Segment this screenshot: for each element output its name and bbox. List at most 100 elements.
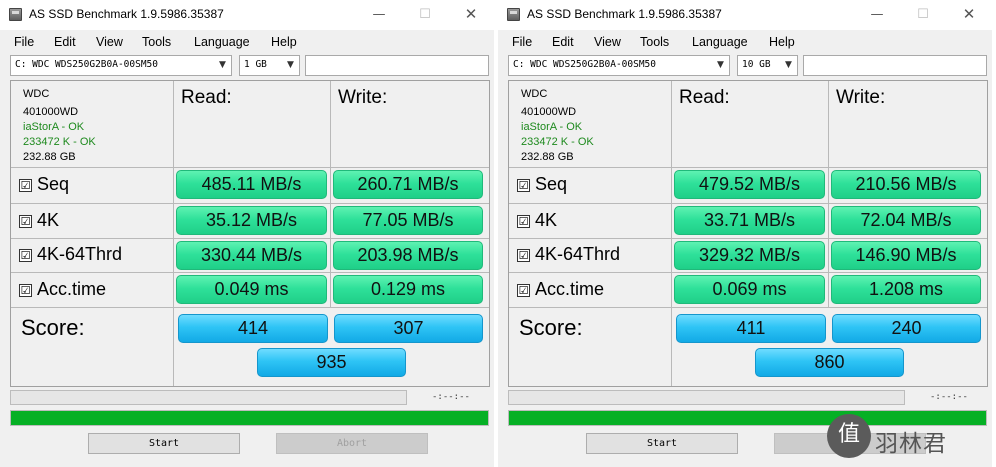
- row-label-4k-64thrd[interactable]: ☑ 4K-64Thrd: [517, 244, 620, 265]
- checkbox-checked-icon[interactable]: ☑: [517, 179, 530, 192]
- checkbox-checked-icon[interactable]: ☑: [517, 215, 530, 228]
- chevron-down-icon: ▼: [287, 60, 294, 70]
- driver-status: iaStorA - OK: [23, 121, 85, 133]
- total-score: 860: [755, 348, 904, 377]
- drive-capacity: 232.88 GB: [23, 151, 76, 163]
- watermark: 值 羽林君: [827, 412, 995, 464]
- column-divider: [330, 81, 331, 307]
- row-label-4k[interactable]: ☑ 4K: [517, 210, 557, 231]
- start-button[interactable]: Start: [88, 433, 240, 454]
- row-label-seq[interactable]: ☑ Seq: [19, 174, 69, 195]
- column-divider: [671, 81, 672, 386]
- write-score: 240: [832, 314, 981, 343]
- score-label: Score:: [519, 315, 583, 340]
- alignment-status: 233472 K - OK: [521, 136, 594, 148]
- row-label-text: Acc.time: [37, 279, 107, 299]
- menu-view[interactable]: View: [96, 35, 123, 49]
- close-button[interactable]: ✕: [946, 0, 992, 30]
- overall-progress-bar: [10, 410, 489, 426]
- menu-edit[interactable]: Edit: [54, 35, 76, 49]
- row-divider: [509, 272, 987, 273]
- checkbox-checked-icon[interactable]: ☑: [19, 284, 32, 297]
- checkbox-checked-icon[interactable]: ☑: [517, 284, 530, 297]
- 4k-read-value: 35.12 MB/s: [176, 206, 327, 235]
- row-label-seq[interactable]: ☑ Seq: [517, 174, 567, 195]
- menu-edit[interactable]: Edit: [552, 35, 574, 49]
- write-header: Write:: [836, 87, 886, 108]
- menu-view[interactable]: View: [594, 35, 621, 49]
- app-drive-icon: [507, 8, 520, 21]
- row-label-4k[interactable]: ☑ 4K: [19, 210, 59, 231]
- drive-select[interactable]: C: WDC WDS250G2B0A-00SM50 ▼: [508, 55, 730, 76]
- read-header: Read:: [181, 87, 232, 108]
- title-bar[interactable]: AS SSD Benchmark 1.9.5986.35387 — ☐ ✕: [0, 0, 494, 30]
- notes-input[interactable]: [803, 55, 987, 76]
- read-score: 414: [178, 314, 328, 343]
- window-title: AS SSD Benchmark 1.9.5986.35387: [29, 7, 224, 21]
- checkbox-checked-icon[interactable]: ☑: [517, 249, 530, 262]
- row-label-text: 4K-64Thrd: [535, 244, 621, 264]
- test-size-select[interactable]: 10 GB ▼: [737, 55, 798, 76]
- checkbox-checked-icon[interactable]: ☑: [19, 249, 32, 262]
- score-label: Score:: [21, 315, 85, 340]
- maximize-button[interactable]: ☐: [900, 0, 946, 30]
- benchmark-window-1gb: AS SSD Benchmark 1.9.5986.35387 — ☐ ✕ Fi…: [0, 0, 494, 467]
- results-panel: WDC 401000WD iaStorA - OK 233472 K - OK …: [508, 80, 988, 387]
- seq-read-value: 485.11 MB/s: [176, 170, 327, 199]
- seq-write-value: 260.71 MB/s: [333, 170, 483, 199]
- test-size-value: 1 GB: [244, 59, 267, 70]
- row-divider: [509, 203, 987, 204]
- checkbox-checked-icon[interactable]: ☑: [19, 179, 32, 192]
- maximize-button[interactable]: ☐: [402, 0, 448, 30]
- menu-language[interactable]: Language: [692, 35, 748, 49]
- 4k64-write-value: 146.90 MB/s: [831, 241, 981, 270]
- checkbox-checked-icon[interactable]: ☑: [19, 215, 32, 228]
- row-divider: [509, 238, 987, 239]
- drive-select-value: C: WDC WDS250G2B0A-00SM50: [15, 59, 158, 70]
- drive-select[interactable]: C: WDC WDS250G2B0A-00SM50 ▼: [10, 55, 232, 76]
- elapsed-time: -:--:--: [930, 392, 968, 402]
- 4k64-write-value: 203.98 MB/s: [333, 241, 483, 270]
- menu-bar: File Edit View Tools Language Help: [0, 31, 494, 53]
- row-label-text: 4K-64Thrd: [37, 244, 123, 264]
- row-label-text: Seq: [535, 174, 568, 194]
- 4k-read-value: 33.71 MB/s: [674, 206, 825, 235]
- row-label-acc-time[interactable]: ☑ Acc.time: [19, 279, 106, 300]
- test-size-select[interactable]: 1 GB ▼: [239, 55, 300, 76]
- acc-time-read-value: 0.049 ms: [176, 275, 327, 304]
- total-score: 935: [257, 348, 406, 377]
- notes-input[interactable]: [305, 55, 489, 76]
- menu-language[interactable]: Language: [194, 35, 250, 49]
- minimize-button[interactable]: —: [854, 0, 900, 30]
- menu-help[interactable]: Help: [271, 35, 297, 49]
- row-label-text: 4K: [37, 210, 60, 230]
- row-label-4k-64thrd[interactable]: ☑ 4K-64Thrd: [19, 244, 122, 265]
- menu-file[interactable]: File: [512, 35, 532, 49]
- menu-file[interactable]: File: [14, 35, 34, 49]
- menu-tools[interactable]: Tools: [640, 35, 669, 49]
- drive-capacity: 232.88 GB: [521, 151, 574, 163]
- acc-time-write-value: 1.208 ms: [831, 275, 981, 304]
- write-header: Write:: [338, 87, 388, 108]
- row-label-acc-time[interactable]: ☑ Acc.time: [517, 279, 604, 300]
- title-bar[interactable]: AS SSD Benchmark 1.9.5986.35387 — ☐ ✕: [498, 0, 992, 30]
- column-divider: [173, 81, 174, 386]
- watermark-text: 羽林君: [875, 431, 947, 457]
- menu-help[interactable]: Help: [769, 35, 795, 49]
- minimize-button[interactable]: —: [356, 0, 402, 30]
- row-divider: [11, 167, 489, 168]
- abort-button[interactable]: Abort: [276, 433, 428, 454]
- chevron-down-icon: ▼: [717, 60, 724, 70]
- column-divider: [828, 81, 829, 307]
- results-panel: WDC 401000WD iaStorA - OK 233472 K - OK …: [10, 80, 490, 387]
- driver-status: iaStorA - OK: [521, 121, 583, 133]
- menu-tools[interactable]: Tools: [142, 35, 171, 49]
- alignment-status: 233472 K - OK: [23, 136, 96, 148]
- elapsed-time: -:--:--: [432, 392, 470, 402]
- app-drive-icon: [9, 8, 22, 21]
- start-button[interactable]: Start: [586, 433, 738, 454]
- acc-time-read-value: 0.069 ms: [674, 275, 825, 304]
- test-size-value: 10 GB: [742, 59, 771, 70]
- watermark-logo-icon: 值: [827, 414, 871, 458]
- close-button[interactable]: ✕: [448, 0, 494, 30]
